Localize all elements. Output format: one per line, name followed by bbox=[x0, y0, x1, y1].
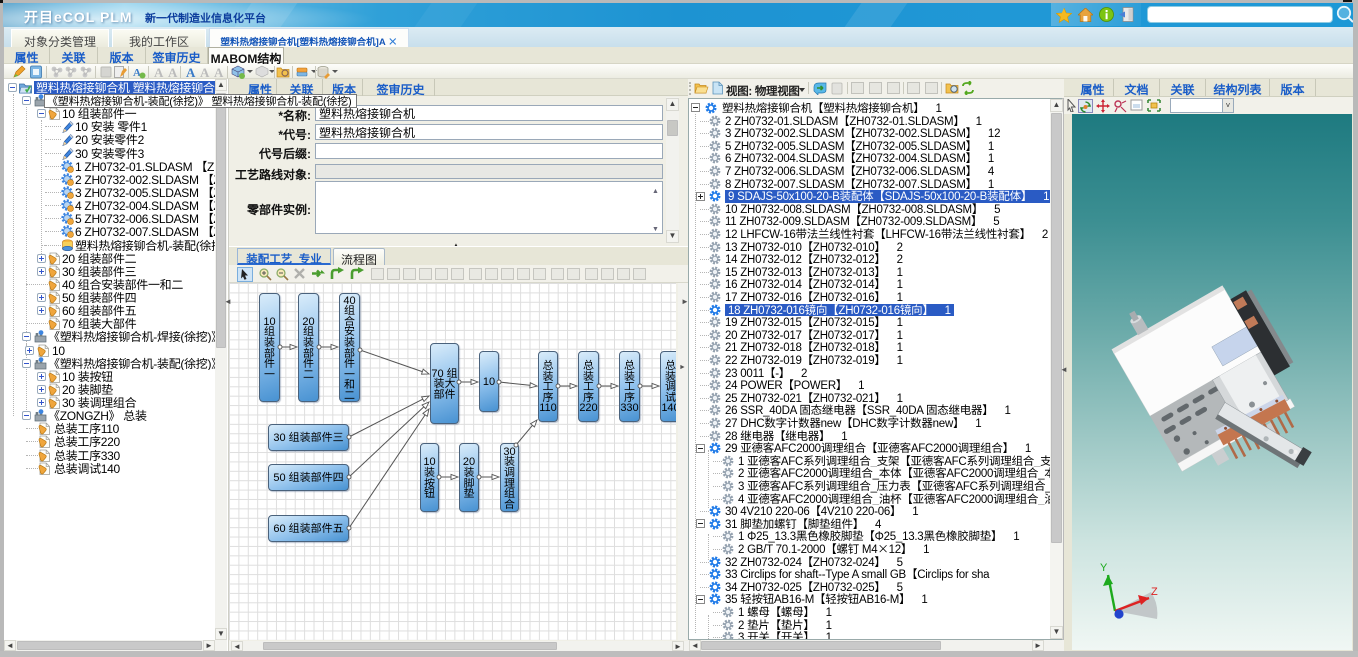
svg-text:A: A bbox=[214, 65, 224, 79]
svg-text:A: A bbox=[168, 65, 178, 79]
svg-text:Z: Z bbox=[1151, 586, 1158, 598]
svg-text:A: A bbox=[186, 65, 196, 79]
svg-text:A: A bbox=[133, 67, 141, 79]
svg-text:A: A bbox=[200, 65, 210, 79]
svg-text:A: A bbox=[154, 65, 164, 79]
svg-text:Y: Y bbox=[1100, 562, 1108, 574]
